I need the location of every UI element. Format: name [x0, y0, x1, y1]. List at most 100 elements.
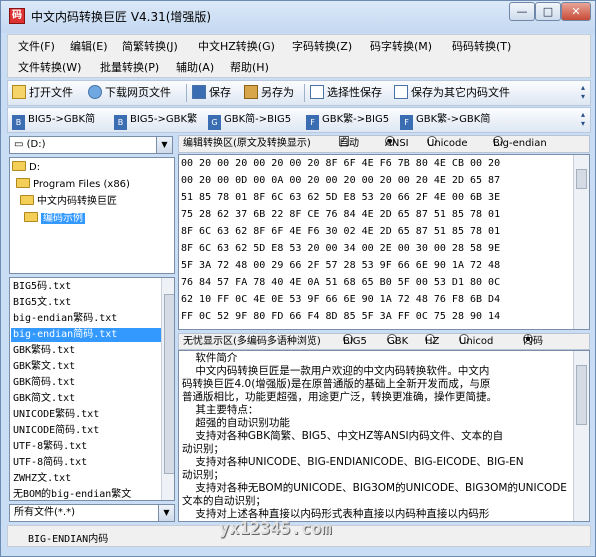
list-item[interactable]: BIG5文.txt: [13, 296, 71, 310]
text-viewer[interactable]: 软件简介 中文内码转换巨匠是一款用户欢迎的中文内码转换软件。中文内 码转换巨匠4…: [178, 350, 590, 522]
menu-batch[interactable]: 批量转换(P): [100, 59, 159, 75]
menu-code-code[interactable]: 码码转换(T): [452, 38, 511, 54]
maximize-button[interactable]: □: [535, 2, 561, 21]
watermark: yx12345.com: [219, 519, 332, 539]
app-icon: 码: [9, 8, 25, 24]
convert-gbk-simp-big5-button[interactable]: G GBK简->BIG5: [208, 110, 291, 130]
chevron-down-icon[interactable]: ▼: [158, 505, 174, 521]
list-item[interactable]: UTF-8简码.txt: [13, 456, 87, 470]
text-line: 动识别；: [182, 443, 224, 455]
status-text: BIG-ENDIAN内码: [28, 534, 109, 545]
convert-big5-gbk-trad-button[interactable]: B BIG5->GBK繁: [114, 110, 197, 130]
hex-line: 8F 6C 63 62 8F 6F 4E F6 30 02 4E 2D 65 8…: [181, 226, 501, 237]
app-window: 码 中文内码转换巨匠 V4.31(增强版) — □ ✕ 文件(F) 编辑(E) …: [0, 0, 596, 557]
save-as-button[interactable]: 另存为: [244, 84, 294, 102]
text-line: 超强的自动识别功能: [182, 417, 290, 429]
file-filter-select[interactable]: 所有文件(*.*) ▼: [9, 504, 175, 522]
convert-gbk-trad-big5-button[interactable]: F GBK繁->BIG5: [306, 110, 389, 130]
text-line: 中文内码转换巨匠是一款用户欢迎的中文内码转换软件。中文内: [182, 365, 490, 377]
text-line: 支持对各种UNICODE、BIG-ENDIANICODE、BIG-EICODE、…: [182, 456, 524, 468]
main-toolbar: 打开文件 下载网页文件 保存 另存为 选择性保存 保存为其它内码文件 ▴ ▾: [7, 80, 591, 106]
menu-code-char[interactable]: 码字转换(M): [370, 38, 432, 54]
hex-line: 51 85 78 01 8F 6C 63 62 5D E8 53 20 66 2…: [181, 192, 501, 203]
tree-node[interactable]: 中文内码转换巨匠: [20, 194, 117, 209]
menu-char-code[interactable]: 字码转换(Z): [292, 38, 352, 54]
document-icon: [394, 85, 408, 99]
list-item[interactable]: UTF-8繁码.txt: [13, 440, 87, 454]
text-scrollbar[interactable]: [573, 351, 589, 521]
folder-open-icon: [20, 195, 34, 205]
convert-toolbar: B BIG5->GBK简 B BIG5->GBK繁 G GBK简->BIG5 F GBK…: [7, 107, 591, 133]
save-other-encoding-button[interactable]: 保存为其它内码文件: [394, 84, 510, 102]
title-bar[interactable]: 码 中文内码转换巨匠 V4.31(增强版) — □ ✕: [1, 1, 595, 33]
hex-area-title: 编辑转换区(原文及转换显示): [183, 138, 311, 149]
hex-line: 62 10 FF 0C 4E 0E 53 9F 66 6E 90 1A 72 4…: [181, 294, 501, 305]
hex-line: 5F 3A 72 48 00 29 66 2F 57 28 53 9F 66 6…: [181, 260, 501, 271]
text-line: 码转换巨匠4.0(增强版)是在原普通版的基础上全新开发而成，与原: [182, 378, 491, 390]
menu-help[interactable]: 帮助(H): [230, 59, 269, 75]
file-list: BIG5码.txt BIG5文.txt big-endian繁码.txt big…: [9, 277, 175, 501]
convert-icon: B: [114, 115, 127, 130]
text-line: 动识别；: [182, 469, 224, 481]
close-button[interactable]: ✕: [561, 2, 591, 21]
drive-select[interactable]: ▭ (D:) ▼: [9, 136, 173, 154]
list-item[interactable]: GBK简文.txt: [13, 392, 75, 406]
convert-gbk-trad-simp-button[interactable]: F GBK繁->GBK简: [400, 110, 490, 130]
open-folder-icon: [12, 85, 26, 99]
list-item[interactable]: GBK繁文.txt: [13, 360, 75, 374]
text-line: 其主要特点：: [182, 404, 259, 416]
chevron-down-icon[interactable]: ▼: [156, 137, 172, 153]
toolbar-overflow-icon[interactable]: ▴ ▾: [578, 83, 588, 103]
open-file-button[interactable]: 打开文件: [12, 84, 73, 102]
toolbar-overflow-icon[interactable]: ▴ ▾: [578, 110, 588, 130]
menu-assist[interactable]: 辅助(A): [176, 59, 214, 75]
toolbar-separator: [304, 84, 305, 102]
list-item[interactable]: UNICODE简码.txt: [13, 424, 99, 438]
window-title: 中文内码转换巨匠 V4.31(增强版): [31, 10, 212, 24]
convert-icon: B: [12, 115, 25, 130]
save-icon: [192, 85, 206, 99]
document-icon: [310, 85, 324, 99]
scrollbar-thumb[interactable]: [164, 294, 174, 474]
menu-hz[interactable]: 中文HZ转换(G): [198, 38, 275, 54]
menu-file-convert[interactable]: 文件转换(W): [18, 59, 81, 75]
scrollbar-thumb[interactable]: [576, 365, 587, 425]
text-line: 软件简介: [182, 352, 238, 364]
folder-open-icon: [12, 161, 26, 171]
download-page-button[interactable]: 下载网页文件: [88, 84, 171, 102]
text-area-title: 无忧显示区(多编码多语种浏览): [183, 336, 321, 347]
list-item[interactable]: 无BOM的big-endian繁文: [13, 488, 131, 500]
tree-node[interactable]: Program Files (x86): [16, 177, 130, 192]
toolbar-separator: [186, 84, 187, 102]
list-item-selected[interactable]: big-endian简码.txt: [11, 328, 161, 342]
menu-file[interactable]: 文件(F): [18, 38, 55, 54]
convert-icon: F: [306, 115, 319, 130]
list-item[interactable]: GBK繁码.txt: [13, 344, 75, 358]
text-line: 支持对各种GBK简繁、BIG5、中文HZ等ANSI内码文件、文本的自: [182, 430, 504, 442]
save-button[interactable]: 保存: [192, 84, 231, 102]
hex-scrollbar[interactable]: [573, 155, 589, 329]
convert-icon: F: [400, 115, 413, 130]
selective-save-button[interactable]: 选择性保存: [310, 84, 382, 102]
menu-simp-trad[interactable]: 简繁转换(J): [122, 38, 178, 54]
tree-node-selected[interactable]: 编码示例: [24, 211, 85, 226]
list-item[interactable]: big-endian繁码.txt: [13, 312, 117, 326]
save-as-icon: [244, 85, 258, 99]
hex-area-header: 编辑转换区(原文及转换显示) ✓ 自动 ANSI Unicode Big-endi…: [178, 135, 590, 153]
file-list-scrollbar[interactable]: [161, 278, 174, 500]
list-item[interactable]: BIG5码.txt: [13, 280, 71, 294]
download-icon: [88, 85, 102, 99]
folder-open-icon: [24, 212, 38, 222]
hex-line: 75 28 62 37 6B 22 8F CE 76 84 4E 2D 65 8…: [181, 209, 501, 220]
hex-editor[interactable]: 00 20 00 20 00 20 00 20 8F 6F 4E F6 7B 8…: [178, 154, 590, 330]
list-item[interactable]: ZWHZ文.txt: [13, 472, 71, 486]
hex-line: 00 20 00 20 00 20 00 20 8F 6F 4E F6 7B 8…: [181, 158, 501, 169]
minimize-button[interactable]: —: [509, 2, 535, 21]
tree-node[interactable]: D:: [12, 160, 40, 175]
list-item[interactable]: UNICODE繁码.txt: [13, 408, 99, 422]
text-line: 普通版相比，功能更超强，用途更广泛，转换更准确，操作更简捷。: [182, 391, 497, 403]
list-item[interactable]: GBK简码.txt: [13, 376, 75, 390]
convert-big5-gbk-simp-button[interactable]: B BIG5->GBK简: [12, 110, 95, 130]
menu-edit[interactable]: 编辑(E): [70, 38, 108, 54]
scrollbar-thumb[interactable]: [576, 169, 587, 189]
